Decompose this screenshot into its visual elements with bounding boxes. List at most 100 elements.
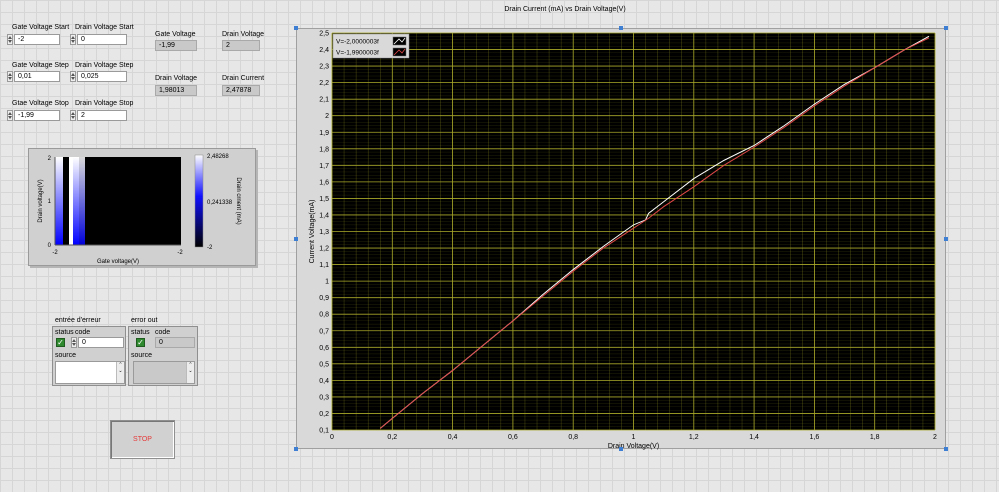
y-tick-label: 2,2 — [319, 80, 329, 87]
y-tick-label: 0,7 — [319, 328, 329, 335]
xy-legend: V=-2,0000003f V=-1,9900003f — [332, 33, 410, 59]
gate-voltage-stop-input[interactable]: -1,99 — [14, 110, 60, 121]
x-tick-label: 0,2 — [387, 434, 397, 441]
error-in-source-textarea[interactable]: ⌃ ⌄ — [55, 361, 125, 384]
drain-voltage-start-spinner[interactable] — [70, 34, 76, 45]
error-in-cluster: status code ✓ 0 source ⌃ ⌄ — [52, 326, 126, 386]
drain-voltage-indicator-label: Drain Voltage — [155, 75, 198, 82]
x-tick-label: 1 — [632, 434, 636, 441]
stop-button[interactable]: STOP — [110, 420, 175, 459]
y-tick-label: 2 — [325, 113, 329, 120]
error-out-title: error out — [131, 317, 158, 324]
resize-handle[interactable] — [944, 447, 948, 451]
intensity-y-label: Drain voltage(V) — [38, 179, 44, 222]
resize-handle[interactable] — [944, 26, 948, 30]
drain-voltage-step-spinner[interactable] — [70, 71, 76, 82]
gate-voltage-step-label: Gate Voltage Step — [12, 62, 69, 69]
drain-voltage-top-indicator-label: Drain Voltage — [222, 31, 265, 38]
x-tick-label: 1,8 — [870, 434, 880, 441]
error-out-source-label: source — [131, 352, 153, 359]
gate-voltage-start-spinner[interactable] — [7, 34, 13, 45]
gate-voltage-start-input[interactable]: -2 — [14, 34, 60, 45]
drain-voltage-top-indicator: 2 — [222, 40, 260, 51]
gate-voltage-stop-spinner[interactable] — [7, 110, 13, 121]
legend-label: V=-2,0000003f — [336, 39, 379, 46]
y-tick-label: 1,2 — [319, 246, 329, 253]
gate-voltage-step-input[interactable]: 0,01 — [14, 71, 60, 82]
error-in-code-input[interactable]: 0 — [78, 337, 124, 348]
y-tick-label: 0,4 — [319, 378, 329, 385]
intensity-x-label: Gate voltage(V) — [97, 259, 139, 265]
drain-current-indicator: 2,47878 — [222, 85, 260, 96]
y-tick-label: 2,1 — [319, 97, 329, 104]
resize-handle[interactable] — [294, 447, 298, 451]
drain-voltage-stop-label: Drain Voltage Stop — [75, 100, 134, 107]
intensity-column — [55, 157, 63, 245]
intensity-scale-tick: 2,48268 — [207, 154, 229, 160]
drain-voltage-stop-spinner[interactable] — [70, 110, 76, 121]
intensity-y-tick: 2 — [48, 156, 52, 162]
x-tick-label: 0,8 — [568, 434, 578, 441]
gate-voltage-step-spinner[interactable] — [7, 71, 13, 82]
y-tick-label: 0,1 — [319, 428, 329, 435]
intensity-x-tick: -2 — [177, 250, 183, 256]
y-tick-label: 0,9 — [319, 295, 329, 302]
y-tick-label: 1 — [325, 279, 329, 286]
intensity-x-tick: -2 — [52, 250, 58, 256]
y-tick-label: 0,2 — [319, 411, 329, 418]
x-tick-label: 0 — [330, 434, 334, 441]
y-tick-label: 1,9 — [319, 130, 329, 137]
y-tick-label: 1,5 — [319, 196, 329, 203]
x-tick-label: 2 — [933, 434, 937, 441]
drain-voltage-start-input[interactable]: 0 — [77, 34, 127, 45]
error-in-status-check-icon[interactable]: ✓ — [56, 338, 65, 347]
intensity-y-tick: 1 — [48, 199, 52, 205]
intensity-scale-tick: -2 — [207, 245, 213, 251]
y-tick-label: 1,8 — [319, 146, 329, 153]
error-out-status-label: status — [131, 329, 150, 336]
error-in-source-scrollbar[interactable]: ⌃ ⌄ — [116, 362, 124, 383]
drain-current-indicator-label: Drain Current — [222, 75, 265, 82]
drain-voltage-step-input[interactable]: 0,025 — [77, 71, 127, 82]
error-out-source-textarea[interactable]: ⌃ ⌄ — [133, 361, 195, 384]
y-tick-label: 2,5 — [319, 31, 329, 38]
x-tick-label: 1,6 — [810, 434, 820, 441]
resize-handle[interactable] — [944, 237, 948, 241]
drain-voltage-step-label: Drain Voltage Step — [75, 62, 134, 69]
y-tick-label: 0,8 — [319, 312, 329, 319]
xy-y-ticks: 0,1 0,2 0,3 0,4 0,5 0,6 0,7 0,8 0,9 1 1,1 1,2 1,3 1,4… — [319, 31, 329, 435]
y-tick-label: 1,7 — [319, 163, 329, 170]
resize-handle[interactable] — [294, 26, 298, 30]
intensity-graph[interactable]: 2 1 0 -2 -2 Gate voltage(V) Drain voltag… — [28, 148, 256, 266]
gate-voltage-start-label: Gate Voltage Start — [12, 24, 70, 31]
drain-voltage-stop-input[interactable]: 2 — [77, 110, 127, 121]
xy-x-axis-label: Drain Voltage(V) — [608, 443, 659, 450]
error-out-source-scrollbar[interactable]: ⌃ ⌄ — [186, 362, 194, 383]
intensity-graph-svg: 2 1 0 -2 -2 Gate voltage(V) Drain voltag… — [38, 154, 241, 265]
xy-graph-title: Drain Current (mA) vs Drain Voltage(V) — [504, 6, 626, 13]
resize-handle[interactable] — [619, 447, 623, 451]
error-out-code-label: code — [155, 329, 171, 336]
resize-handle[interactable] — [619, 26, 623, 30]
xy-x-ticks: 0 0,2 0,4 0,6 0,8 1 1,2 1,4 1,6 1,8 2 — [330, 434, 937, 441]
intensity-color-scale — [194, 154, 204, 248]
xy-graph[interactable]: 0,1 0,2 0,3 0,4 0,5 0,6 0,7 0,8 0,9 1 1,1 1,2 1,3 1,4… — [296, 28, 946, 450]
xy-y-axis-label: Current Voltage(mA) — [309, 200, 316, 264]
y-tick-label: 0,6 — [319, 345, 329, 352]
intensity-column — [79, 157, 85, 245]
intensity-scale-label: Drain crnent (mA) — [235, 177, 241, 224]
y-tick-label: 1,1 — [319, 262, 329, 269]
intensity-y-tick: 0 — [48, 243, 52, 249]
resize-handle[interactable] — [294, 237, 298, 241]
error-in-status-label: status — [55, 329, 74, 336]
intensity-column — [73, 157, 79, 245]
error-out-code-indicator: 0 — [155, 337, 195, 348]
legend-label: V=-1,9900003f — [336, 50, 379, 57]
y-tick-label: 2,4 — [319, 47, 329, 54]
error-in-code-spinner[interactable] — [71, 337, 77, 348]
error-in-title: entrée d'erreur — [55, 317, 101, 324]
y-tick-label: 1,6 — [319, 179, 329, 186]
drain-voltage-start-label: Drain Voltage Start — [75, 24, 134, 31]
gate-voltage-stop-label: Gtae Voltage Stop — [12, 100, 69, 107]
legend-swatch — [392, 36, 407, 46]
